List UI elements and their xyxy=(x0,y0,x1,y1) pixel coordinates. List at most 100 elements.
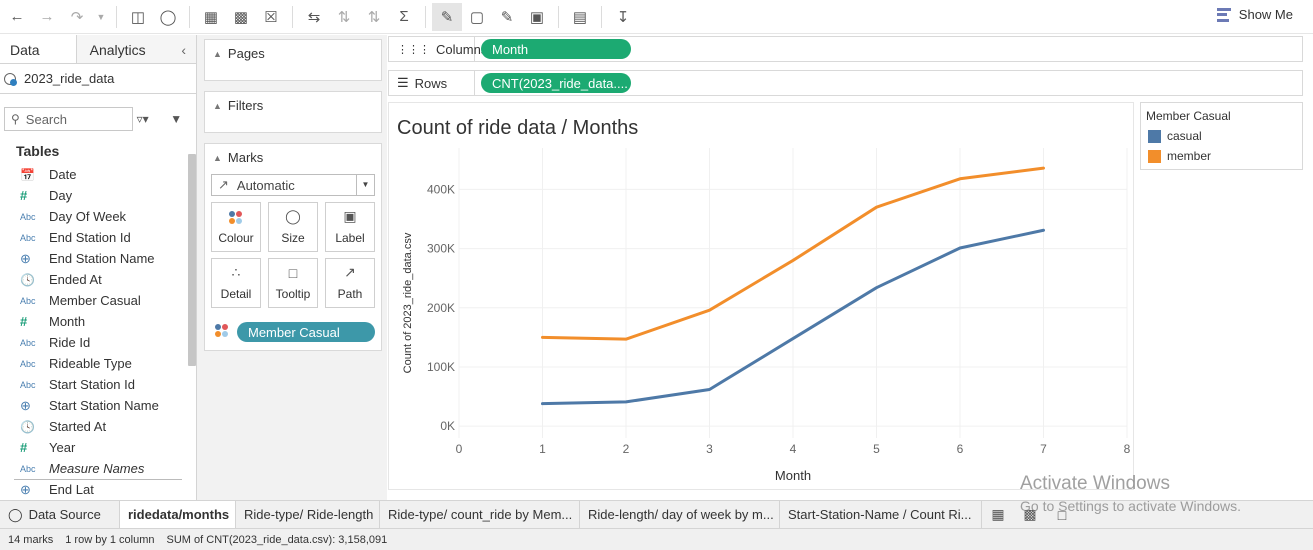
colour-button[interactable]: Colour xyxy=(211,202,261,252)
number-icon: # xyxy=(20,314,28,329)
month-column-pill[interactable]: Month xyxy=(481,39,631,59)
tab-data-source[interactable]: ◯ Data Source xyxy=(0,501,120,528)
field-item[interactable]: # Day xyxy=(0,185,188,206)
presentation-icon[interactable]: ▤ xyxy=(565,3,595,31)
data-point-member xyxy=(624,337,628,341)
detail-button[interactable]: ∴ Detail xyxy=(211,258,261,308)
fit-view-icon[interactable]: ▣ xyxy=(522,3,552,31)
filters-card-title: Filters xyxy=(227,98,264,113)
columns-shelf[interactable]: ⋮⋮⋮ Columns Month xyxy=(388,36,1303,62)
tab-sheet-ride-length-day[interactable]: Ride-length/ day of week by m... xyxy=(580,501,780,528)
line-chart[interactable]: 0K100K200K300K400K0 1 2 3 4 5 6 7 8MonthCount of… xyxy=(389,103,1135,491)
filter-fields-icon[interactable]: ▿▾ xyxy=(137,112,161,126)
tab-analytics[interactable]: Analytics ‹ xyxy=(76,35,196,63)
tooltip-button-label: Tooltip xyxy=(275,287,311,301)
label-button[interactable]: ▣ Label xyxy=(325,202,375,252)
new-worksheet-tab-icon[interactable]: ▦ xyxy=(982,501,1014,528)
field-item[interactable]: Abc Start Station Id xyxy=(0,374,188,395)
pause-datasource-icon[interactable]: ◯ xyxy=(153,3,183,31)
field-item[interactable]: 🕓 Ended At xyxy=(0,269,188,290)
member-casual-colour-pill[interactable]: Member Casual xyxy=(237,322,375,342)
status-bar: 14 marks 1 row by 1 column SUM of CNT(20… xyxy=(0,528,1313,550)
highlight-icon[interactable]: ✎ xyxy=(432,2,462,31)
field-label: Member Casual xyxy=(49,293,141,308)
field-item[interactable]: # Year xyxy=(0,437,188,458)
collapse-pane-icon[interactable]: ‹ xyxy=(181,42,186,58)
redo-icon[interactable]: ↷ xyxy=(62,3,92,31)
tab-sheet-ride-type-count[interactable]: Ride-type/ count_ride by Mem... xyxy=(380,501,580,528)
y-tick-label: 400K xyxy=(427,182,455,196)
tooltip-icon: □ xyxy=(288,265,298,281)
totals-icon[interactable]: Σ xyxy=(389,3,419,31)
legend-item-member[interactable]: member xyxy=(1148,149,1211,163)
collapse-triangle-icon[interactable]: ▲ xyxy=(213,49,222,59)
tooltip-button[interactable]: □ Tooltip xyxy=(268,258,318,308)
forward-arrow-icon[interactable]: → xyxy=(32,3,62,31)
dropdown-icon[interactable]: ▼ xyxy=(92,3,110,31)
field-label: End Lat xyxy=(49,482,94,497)
datasource-item[interactable]: 2023_ride_data xyxy=(0,64,196,94)
field-item[interactable]: Abc Member Casual xyxy=(0,290,188,311)
pane-menu-icon[interactable]: ▼ xyxy=(170,112,194,126)
data-point-casual xyxy=(1042,229,1045,232)
field-item[interactable]: ⊕ End Lat xyxy=(0,479,188,500)
field-item[interactable]: Abc End Station Id xyxy=(0,227,188,248)
count-rows-pill[interactable]: CNT(2023_ride_data.... xyxy=(481,73,631,93)
tab-data[interactable]: Data xyxy=(0,35,77,63)
tab-sheet-start-station[interactable]: Start-Station-Name / Count Ri... xyxy=(780,501,982,528)
search-input[interactable]: ⚲ Search xyxy=(4,107,133,131)
field-item[interactable]: ⊕ End Station Name xyxy=(0,248,188,269)
sheet-tabs-bar: ◯ Data Source ridedata/months Ride-type/… xyxy=(0,500,1313,528)
text-label-icon[interactable]: ▢ xyxy=(462,3,492,31)
sort-descending-icon[interactable]: ⇅ xyxy=(359,3,389,31)
tab-sheet-ridedata-months[interactable]: ridedata/months xyxy=(120,501,236,528)
field-label: Day xyxy=(49,188,73,203)
field-list-scrollbar[interactable] xyxy=(188,154,196,366)
collapse-triangle-icon[interactable]: ▲ xyxy=(213,153,222,163)
filters-card[interactable]: ▲ Filters xyxy=(204,91,382,133)
data-point-member xyxy=(958,177,962,180)
string-icon: Abc xyxy=(20,337,36,348)
field-item[interactable]: Abc Ride Id xyxy=(0,332,188,353)
annotate-icon[interactable]: ✎ xyxy=(492,3,522,31)
duplicate-sheet-icon[interactable]: ▩ xyxy=(226,3,256,31)
number-icon: # xyxy=(20,440,28,455)
field-item[interactable]: Abc Measure Names xyxy=(0,458,188,479)
path-button[interactable]: ↗ Path xyxy=(325,258,375,308)
collapse-triangle-icon[interactable]: ▲ xyxy=(213,101,222,111)
search-icon: ⚲ xyxy=(11,112,20,126)
download-icon[interactable]: ↧ xyxy=(608,3,638,31)
clear-sheet-icon[interactable]: ☒ xyxy=(256,3,286,31)
legend-swatch-casual xyxy=(1148,129,1161,143)
field-item[interactable]: # Month xyxy=(0,311,188,332)
field-item[interactable]: Abc Day Of Week xyxy=(0,206,188,227)
field-label: Day Of Week xyxy=(49,209,127,224)
field-item[interactable]: 🕓 Started At xyxy=(0,416,188,437)
new-datasource-icon[interactable]: ◫ xyxy=(123,3,153,31)
data-point-member xyxy=(541,336,544,339)
tables-header: Tables xyxy=(16,143,60,159)
rows-shelf[interactable]: ☰ Rows CNT(2023_ride_data.... xyxy=(388,70,1303,96)
field-item[interactable]: 📅 Date xyxy=(0,164,188,185)
size-button[interactable]: ◯ Size xyxy=(268,202,318,252)
field-item[interactable]: Abc Rideable Type xyxy=(0,353,188,374)
back-arrow-icon[interactable]: ← xyxy=(2,3,32,31)
tab-sheet-ride-type-length[interactable]: Ride-type/ Ride-length xyxy=(236,501,380,528)
x-tick-label: 4 xyxy=(790,442,797,456)
sort-ascending-icon[interactable]: ⇅ xyxy=(329,3,359,31)
data-point-casual xyxy=(708,388,711,391)
data-point-casual xyxy=(791,337,795,340)
toolbar-separator xyxy=(189,5,190,28)
pages-card[interactable]: ▲ Pages xyxy=(204,39,382,81)
mark-type-select[interactable]: ↗ Automatic ▼ xyxy=(211,174,375,196)
label-icon: ▣ xyxy=(343,208,357,224)
swap-axes-icon[interactable]: ⇆ xyxy=(299,3,329,31)
show-me-button[interactable]: Show Me xyxy=(1216,7,1293,22)
new-dashboard-tab-icon[interactable]: ▩ xyxy=(1014,501,1046,528)
rows-icon: ☰ xyxy=(397,75,409,90)
new-story-tab-icon[interactable]: □ xyxy=(1046,501,1078,528)
field-label: Date xyxy=(49,167,77,182)
new-worksheet-icon[interactable]: ▦ xyxy=(196,3,226,31)
legend-item-casual[interactable]: casual xyxy=(1148,129,1202,143)
field-item[interactable]: ⊕ Start Station Name xyxy=(0,395,188,416)
